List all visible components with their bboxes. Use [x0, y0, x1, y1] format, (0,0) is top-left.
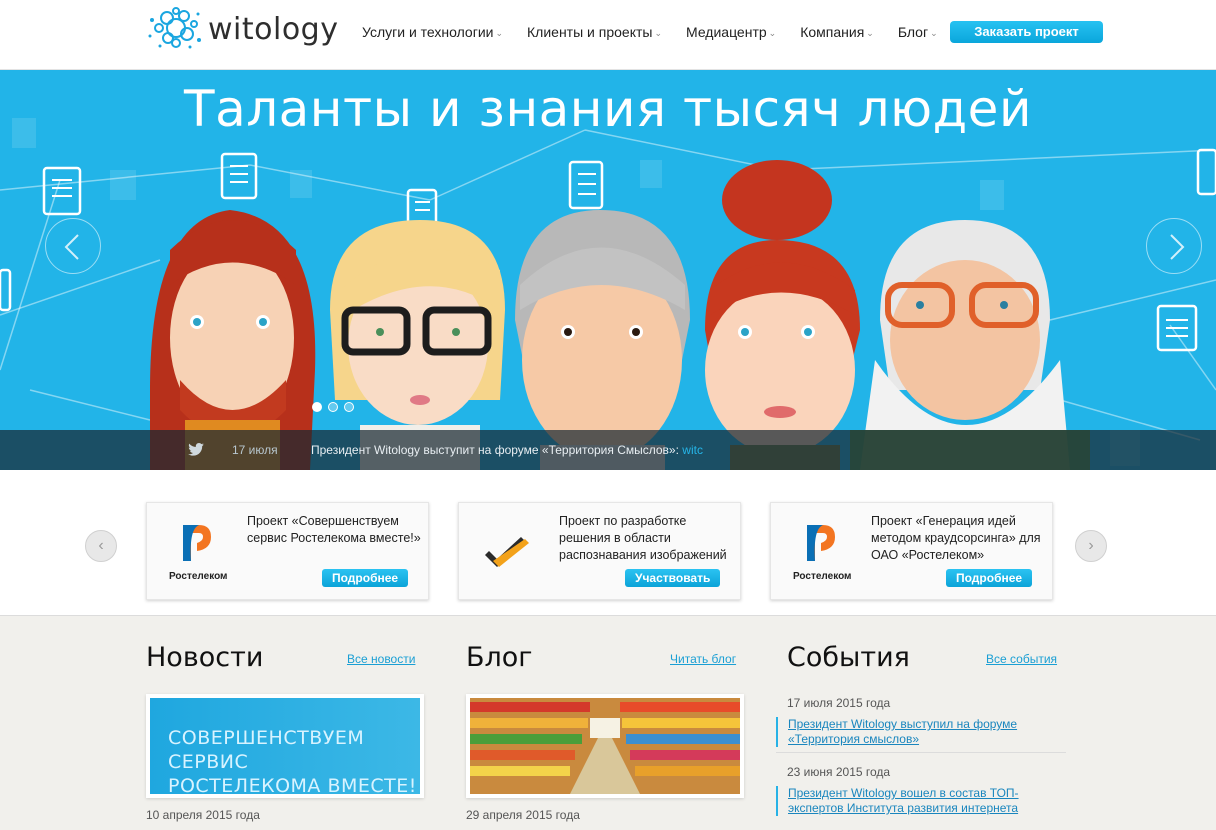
nav-services[interactable]: Услуги и технологии ⌄	[362, 24, 503, 40]
event-link[interactable]: Президент Witology вошел в состав ТОП-эк…	[776, 786, 1066, 816]
events-heading: События	[787, 642, 910, 673]
avatar-redhead-woman	[705, 160, 860, 470]
chevron-left-icon: ‹	[98, 537, 104, 554]
news-image-line-2: РОСТЕЛЕКОМА ВМЕСТЕ!	[168, 775, 417, 794]
supermarket-aisle-image	[470, 698, 740, 794]
rostelecom-icon	[807, 525, 835, 561]
ticker-date: 17 июля	[232, 443, 278, 457]
twitter-icon[interactable]	[188, 443, 204, 456]
blog-image	[470, 698, 740, 794]
logo-bubbles-icon	[148, 7, 201, 49]
project-details-button[interactable]: Подробнее	[322, 569, 409, 587]
projects-next-button[interactable]: ›	[1075, 530, 1107, 562]
rostelecom-icon	[183, 525, 211, 561]
blog-date: 29 апреля 2015 года	[466, 808, 580, 822]
witology-logo[interactable]: witology	[146, 6, 338, 50]
news-image-line-1: СОВЕРШЕНСТВУЕМ СЕРВИС	[168, 727, 365, 773]
ticker-text[interactable]: Президент Witology выступит на форуме «Т…	[311, 443, 703, 457]
nav-blog-label: Блог	[897, 24, 929, 40]
nav-blog[interactable]: Блог ⌄	[898, 24, 938, 40]
chevron-down-icon: ⌄	[654, 27, 662, 38]
event-date: 23 июня 2015 года	[787, 765, 891, 779]
news-heading: Новости	[146, 642, 264, 673]
project-card-text: Проект по разработке решения в области р…	[559, 514, 727, 562]
slider-prev-button[interactable]	[45, 218, 101, 274]
chevron-down-icon: ⌄	[866, 27, 874, 38]
blog-thumbnail[interactable]	[466, 694, 744, 798]
news-thumbnail[interactable]: СОВЕРШЕНСТВУЕМ СЕРВИС РОСТЕЛЕКОМА ВМЕСТЕ…	[146, 694, 424, 798]
project-card-text: Проект «Совершенствуем сервис Ростелеком…	[247, 514, 421, 545]
rostelecom-label: Ростелеком	[793, 571, 852, 582]
projects-prev-button[interactable]: ‹	[85, 530, 117, 562]
chevron-right-icon: ›	[1088, 537, 1094, 554]
event-link[interactable]: Президент Witology выступил на форуме «Т…	[776, 717, 1066, 747]
order-project-button[interactable]: Заказать проект	[950, 21, 1103, 43]
slider-next-button[interactable]	[1146, 218, 1202, 274]
nav-media[interactable]: Медиацентр ⌄	[686, 24, 776, 40]
blog-heading: Блог	[466, 642, 533, 673]
project-card-text: Проект «Генерация идей методом краудсорс…	[871, 514, 1041, 562]
chevron-right-icon	[1170, 234, 1185, 260]
checkmark-logo-icon	[485, 537, 529, 567]
nav-media-label: Медиацентр	[686, 24, 767, 40]
chevron-left-icon	[64, 234, 79, 260]
ticker-link[interactable]: witc	[682, 443, 703, 457]
chevron-down-icon: ⌄	[768, 27, 777, 38]
slider-dot-2[interactable]	[328, 402, 338, 412]
nav-company-label: Компания	[800, 24, 865, 40]
rostelecom-logo: Ростелеком	[785, 521, 865, 583]
slider-dots	[312, 402, 354, 412]
news-image-text: СОВЕРШЕНСТВУЕМ СЕРВИС РОСТЕЛЕКОМА ВМЕСТЕ…	[168, 726, 420, 794]
rostelecom-logo: Ростелеком	[161, 521, 241, 583]
hero-title: Таланты и знания тысяч людей	[184, 80, 1032, 138]
nav-clients-label: Клиенты и проекты	[527, 24, 653, 40]
news-image: СОВЕРШЕНСТВУЕМ СЕРВИС РОСТЕЛЕКОМА ВМЕСТЕ…	[150, 698, 420, 794]
slider-dot-1[interactable]	[312, 402, 322, 412]
nav-clients[interactable]: Клиенты и проекты ⌄	[527, 24, 662, 40]
nav-company[interactable]: Компания ⌄	[800, 24, 874, 40]
events-divider	[776, 752, 1066, 753]
project-card[interactable]: Ростелеком Проект «Совершенствуем сервис…	[146, 502, 429, 600]
check-logo	[473, 521, 553, 583]
project-card[interactable]: Проект по разработке решения в области р…	[458, 502, 741, 600]
news-date: 10 апреля 2015 года	[146, 808, 260, 822]
chevron-down-icon: ⌄	[495, 27, 504, 38]
hero-slider: Таланты и знания тысяч людей 17 июля Пре…	[0, 70, 1216, 470]
main-nav: Услуги и технологии ⌄ Клиенты и проекты ⌄ …	[362, 24, 962, 40]
event-date: 17 июля 2015 года	[787, 696, 891, 710]
all-news-link[interactable]: Все новости	[347, 652, 415, 666]
project-card[interactable]: Ростелеком Проект «Генерация идей методо…	[770, 502, 1053, 600]
rostelecom-label: Ростелеком	[169, 571, 228, 582]
site-header: witology Услуги и технологии ⌄ Клиенты и …	[0, 0, 1216, 70]
nav-services-label: Услуги и технологии	[362, 24, 494, 40]
read-blog-link[interactable]: Читать блог	[670, 652, 736, 666]
ticker-headline: Президент Witology выступит на форуме «Т…	[311, 443, 679, 457]
slider-dot-3[interactable]	[344, 402, 354, 412]
projects-carousel: ‹ › Ростелеком Проект «Совершенствуем се…	[0, 470, 1216, 616]
logo-text: witology	[208, 12, 339, 47]
chevron-down-icon: ⌄	[930, 27, 938, 38]
all-events-link[interactable]: Все события	[986, 652, 1057, 666]
project-participate-button[interactable]: Участвовать	[625, 569, 721, 587]
project-details-button[interactable]: Подробнее	[946, 569, 1033, 587]
news-ticker: 17 июля Президент Witology выступит на ф…	[0, 430, 1216, 470]
